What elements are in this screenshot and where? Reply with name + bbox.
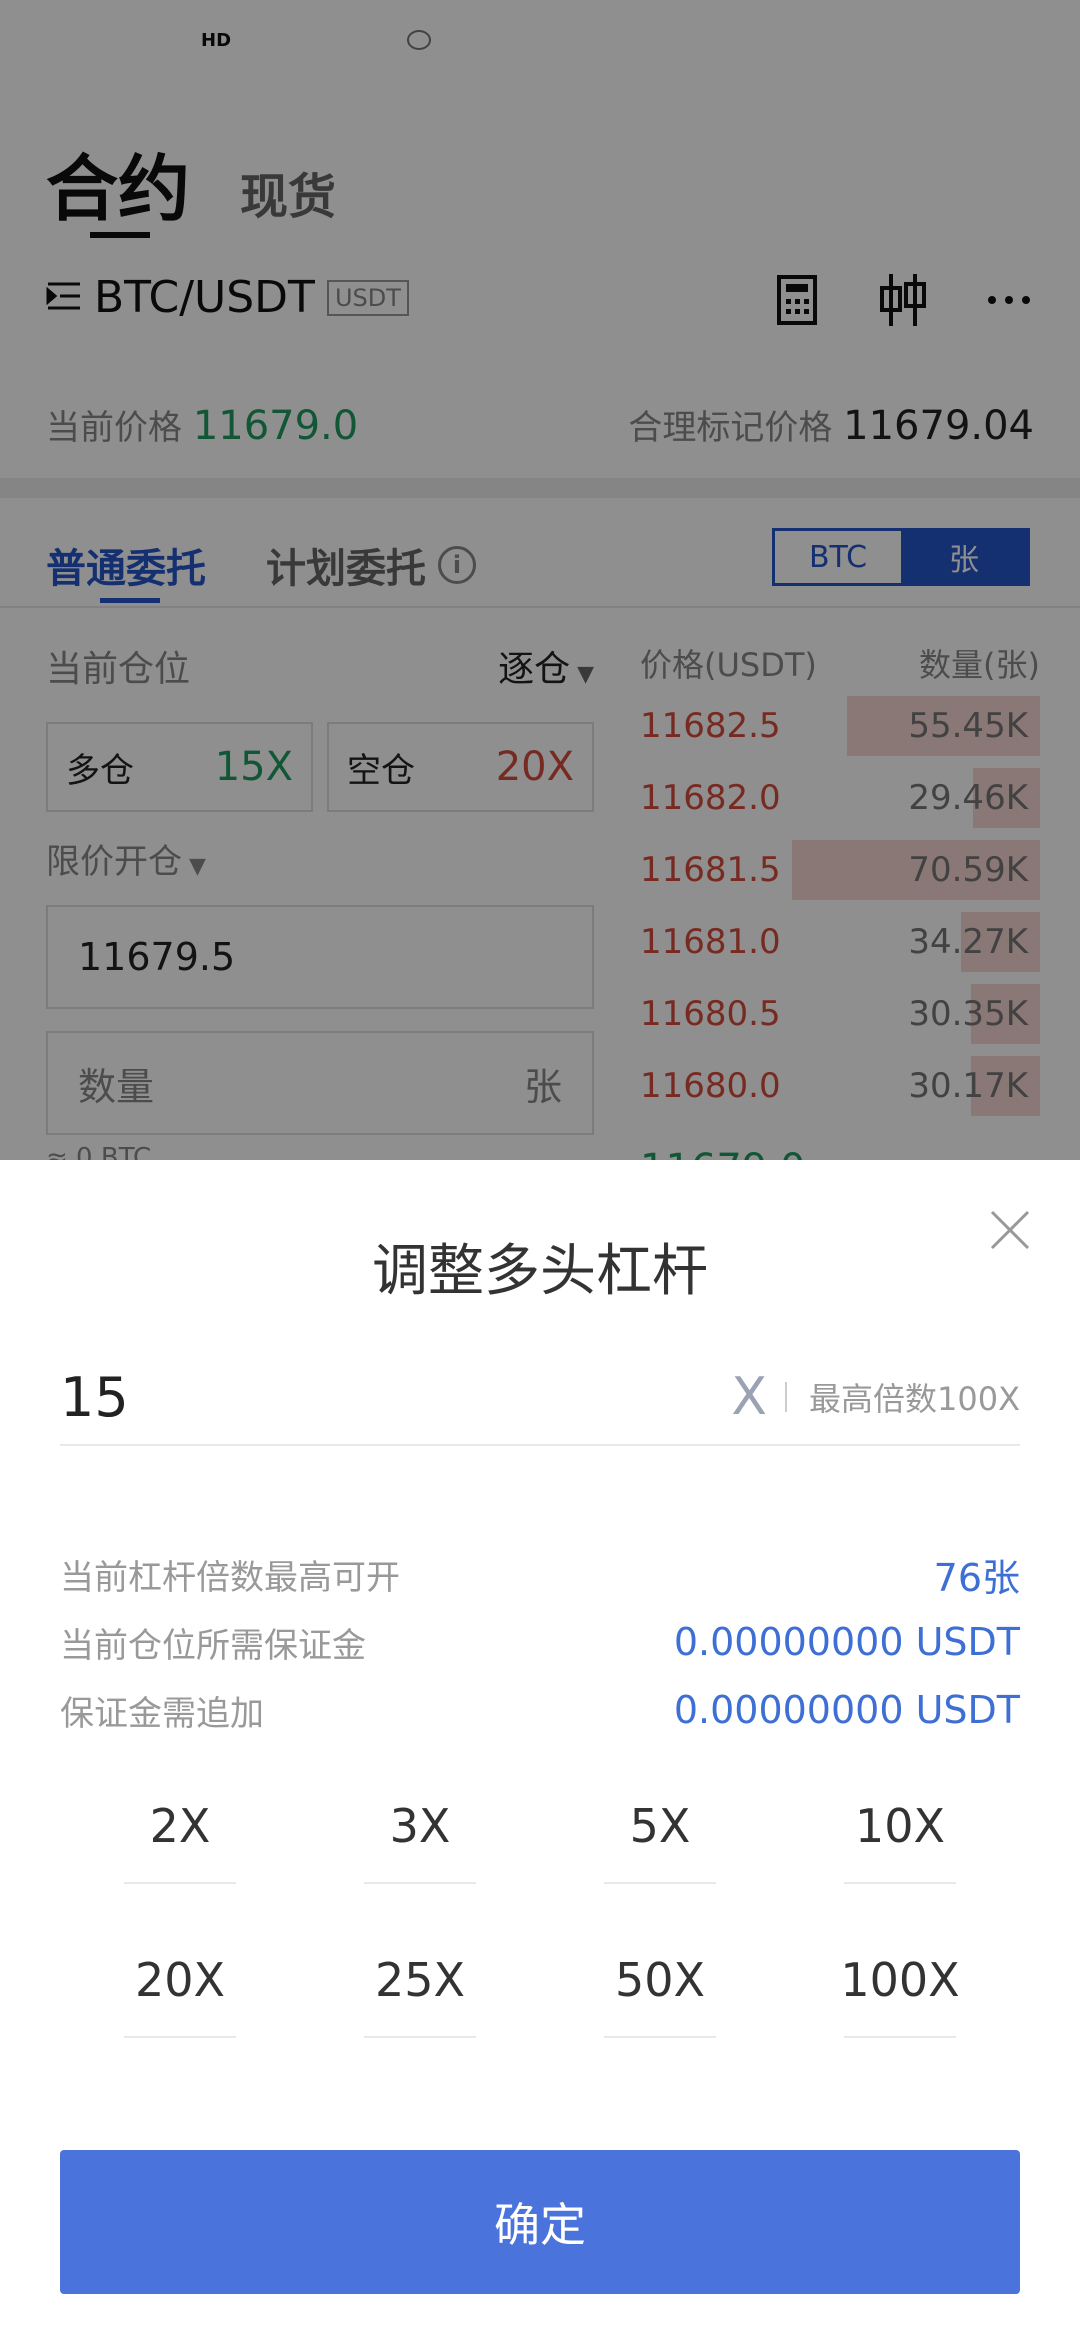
leverage-preset-button[interactable]: 20X	[124, 1924, 236, 2038]
info-row: 当前仓位所需保证金 0.00000000 USDT	[60, 1608, 1020, 1676]
leverage-preset-cell: 25X	[300, 1924, 540, 2038]
leverage-preset-cell: 100X	[780, 1924, 1020, 2038]
leverage-preset-button[interactable]: 5X	[604, 1770, 716, 1884]
info-label: 保证金需追加	[60, 1693, 264, 1734]
leverage-preset-button[interactable]: 25X	[364, 1924, 476, 2038]
leverage-preset-cell: 2X	[60, 1770, 300, 1884]
leverage-preset-cell: 50X	[540, 1924, 780, 2038]
max-leverage-hint: 最高倍数100X	[808, 1380, 1020, 1418]
leverage-preset-button[interactable]: 2X	[124, 1770, 236, 1884]
leverage-suffix: X	[731, 1367, 767, 1427]
leverage-presets: 2X 3X 5X 10X 20X 25X 50X 100X	[60, 1770, 1020, 2038]
leverage-preset-cell: 10X	[780, 1770, 1020, 1884]
info-label: 当前仓位所需保证金	[60, 1625, 366, 1666]
leverage-preset-cell: 5X	[540, 1770, 780, 1884]
leverage-preset-button[interactable]: 100X	[840, 1924, 960, 2038]
leverage-input-value: 15	[60, 1365, 129, 1429]
leverage-preset-cell: 3X	[300, 1770, 540, 1884]
info-value: 0.00000000 USDT	[673, 1688, 1020, 1732]
close-icon[interactable]	[980, 1200, 1040, 1260]
sheet-title: 调整多头杠杆	[372, 1239, 708, 1304]
leverage-sheet: 调整多头杠杆 15 X 最高倍数100X 当前杠杆倍数最高可开 76张当前仓位所需…	[0, 1160, 1080, 2340]
leverage-preset-button[interactable]: 50X	[604, 1924, 716, 2038]
leverage-preset-button[interactable]: 3X	[364, 1770, 476, 1884]
info-row: 当前杠杆倍数最高可开 76张	[60, 1540, 1020, 1608]
info-label: 当前杠杆倍数最高可开	[60, 1557, 400, 1598]
confirm-button[interactable]: 确定	[60, 2150, 1020, 2294]
info-row: 保证金需追加 0.00000000 USDT	[60, 1676, 1020, 1744]
info-value: 76张	[933, 1555, 1020, 1600]
modal-backdrop[interactable]	[0, 0, 1080, 1160]
info-value: 0.00000000 USDT	[673, 1620, 1020, 1664]
leverage-preset-button[interactable]: 10X	[844, 1770, 956, 1884]
leverage-info: 当前杠杆倍数最高可开 76张 当前仓位所需保证金 0.00000000 USDT 保证金…	[60, 1540, 1020, 1744]
leverage-preset-cell: 20X	[60, 1924, 300, 2038]
watermark: 知乎 @币小兔	[847, 2316, 1050, 2340]
trading-page: 中国联通 HD 23.6 K/s 71 10:59 合约 现货 BTC/USDT…	[0, 0, 1080, 1160]
separator	[784, 1382, 787, 1412]
leverage-input[interactable]: 15 X 最高倍数100X	[60, 1366, 1020, 1446]
